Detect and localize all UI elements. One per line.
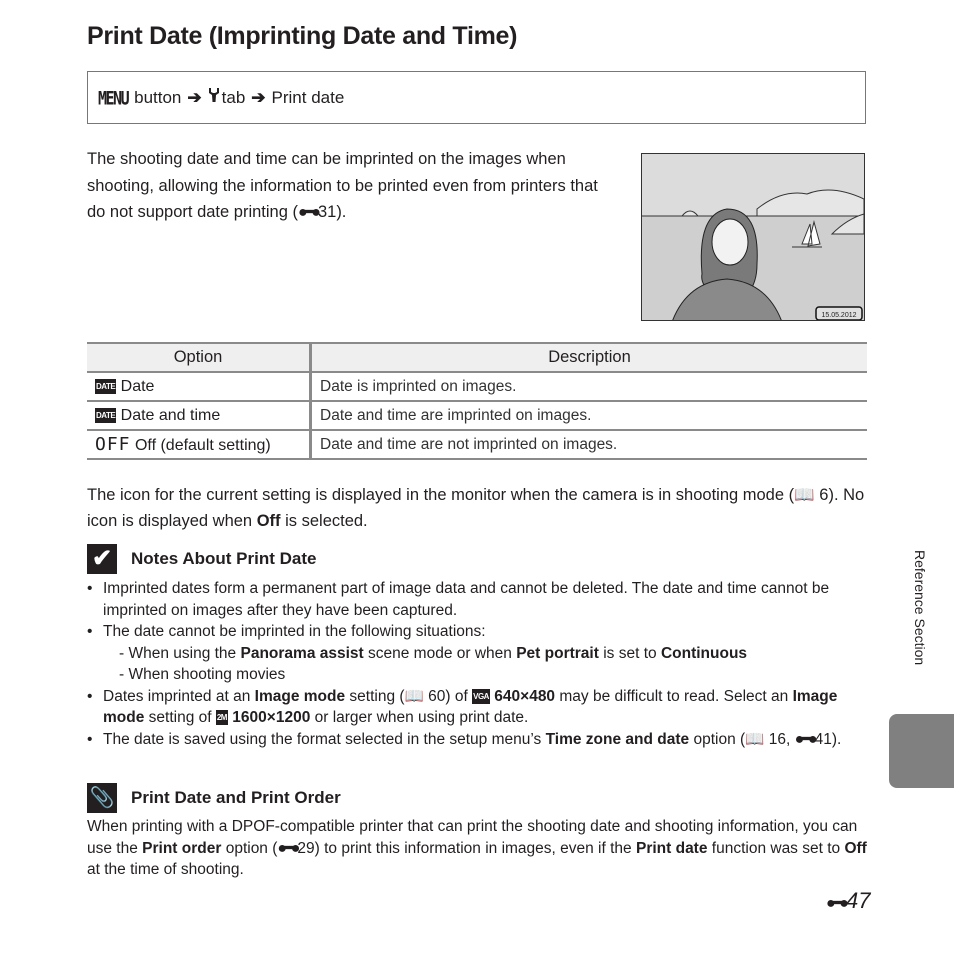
text: may be difficult to read. Select an (555, 687, 793, 705)
text: at the time of shooting. (87, 861, 244, 878)
text: option ( (689, 730, 746, 748)
option-description: Date is imprinted on images. (310, 371, 867, 402)
notes-heading-text: Notes About Print Date (131, 549, 317, 568)
list-item: • Dates imprinted at an Image mode settin… (87, 687, 838, 727)
bold-text: Continuous (660, 644, 748, 662)
button-text: button (134, 87, 182, 107)
list-item: • Imprinted dates form a permanent part o… (87, 580, 830, 619)
book-icon: 📖 (794, 486, 815, 504)
book-icon: 📖 (745, 730, 765, 748)
intro-ref[interactable]: 31 (318, 203, 336, 221)
option-label: Off (default setting) (134, 437, 271, 454)
bold-text: Time zone and date (545, 730, 690, 748)
reference-icon: ●━● (826, 895, 849, 912)
bold-text: Off (256, 512, 281, 530)
header-option: Option (87, 342, 312, 373)
table-row: DATE Date Date is imprinted on images. (87, 371, 867, 402)
page-number-value: 47 (845, 888, 871, 913)
text: scene mode or when (363, 644, 517, 662)
bold-text: Image mode (254, 687, 346, 705)
table-row: OFF Off (default setting) Date and time … (87, 429, 867, 460)
menu-path-box: MENU button ➔ tab ➔ Print date (87, 71, 866, 124)
text: When shooting movies (128, 666, 286, 683)
page-number: ●━●47 (826, 888, 870, 914)
date-icon: DATE (95, 378, 117, 394)
bold-text: Off (844, 839, 867, 857)
section-label: Reference Section (912, 550, 928, 666)
section-tab[interactable] (889, 714, 954, 788)
tip-paragraph: When printing with a DPOF-compatible pri… (87, 816, 877, 881)
book-icon: 📖 (404, 687, 424, 705)
text: setting ( (345, 687, 405, 705)
text: When using the (128, 644, 241, 662)
vga-icon: VGA (472, 688, 490, 704)
text: option ( (221, 839, 278, 857)
option-label: Date (120, 377, 155, 395)
header-description: Description (310, 342, 867, 373)
menu-button-label: MENU (98, 86, 130, 109)
text: Dates imprinted at an (103, 687, 255, 705)
tip-heading-text: Print Date and Print Order (131, 788, 341, 807)
intro-paragraph: The shooting date and time can be imprin… (87, 146, 607, 227)
list-item: • The date is saved using the format sele… (87, 730, 842, 748)
text: function was set to (707, 839, 845, 857)
reference-icon: ●━● (297, 204, 321, 221)
off-icon: OFF (95, 434, 131, 455)
bold-text: Print order (142, 839, 222, 857)
bold-text: Print date (635, 839, 708, 857)
options-table: Option Description DATE Date Date is imp… (87, 342, 867, 460)
text: is selected. (280, 512, 368, 530)
sub-item: - When shooting movies (119, 666, 286, 683)
tip-heading: 📎 Print Date and Print Order (87, 783, 341, 813)
option-description: Date and time are not imprinted on image… (310, 429, 867, 460)
option-label: Date and time (120, 406, 221, 424)
bold-text: 640×480 (494, 687, 556, 705)
bold-text: Panorama assist (240, 644, 364, 662)
page-ref[interactable]: 16 (769, 731, 786, 748)
example-photo: 15.05.2012 (641, 153, 865, 321)
table-header-row: Option Description (87, 342, 867, 373)
text: or larger when using print date. (310, 709, 529, 726)
page-ref[interactable]: 29 (297, 840, 314, 857)
after-table-paragraph: The icon for the current setting is disp… (87, 482, 867, 534)
date-stamp: 15.05.2012 (821, 312, 856, 319)
date-time-icon: DATE (95, 407, 117, 423)
list-item: • The date cannot be imprinted in the fol… (87, 621, 867, 686)
page-ref[interactable]: 41 (815, 731, 832, 748)
text: The date is saved using the format selec… (103, 730, 546, 748)
text: is set to (598, 644, 661, 662)
notes-list: • Imprinted dates form a permanent part o… (87, 578, 867, 750)
text: ) to print this information in images, e… (314, 839, 636, 857)
sub-item: - When using the Panorama assist scene m… (119, 644, 748, 662)
bold-text: Pet portrait (516, 644, 599, 662)
text: setting of (144, 709, 216, 726)
option-description: Date and time are imprinted on images. (310, 400, 867, 431)
reference-icon: ●━● (277, 839, 300, 857)
text: Imprinted dates form a permanent part of… (103, 580, 830, 619)
page-ref[interactable]: 60 (428, 688, 445, 705)
checkmark-icon: ✔ (87, 544, 117, 574)
text: ) of (445, 687, 473, 705)
paperclip-icon: 📎 (87, 783, 117, 813)
intro-close: ). (336, 203, 347, 221)
2m-icon: 2M (215, 710, 228, 726)
notes-heading: ✔ Notes About Print Date (87, 544, 316, 574)
reference-icon: ●━● (794, 730, 818, 748)
wrench-icon (208, 87, 220, 108)
text: The date cannot be imprinted in the foll… (103, 623, 486, 640)
arrow-icon: ➔ (187, 87, 202, 107)
text: ). (831, 730, 842, 748)
bold-text: 1600×1200 (232, 709, 311, 726)
page-title: Print Date (Imprinting Date and Time) (87, 22, 518, 50)
arrow-icon: ➔ (251, 87, 266, 107)
destination-text: Print date (271, 87, 345, 107)
table-row: DATE Date and time Date and time are imp… (87, 400, 867, 431)
tab-text: tab (221, 87, 246, 107)
text: The icon for the current setting is disp… (87, 486, 795, 504)
